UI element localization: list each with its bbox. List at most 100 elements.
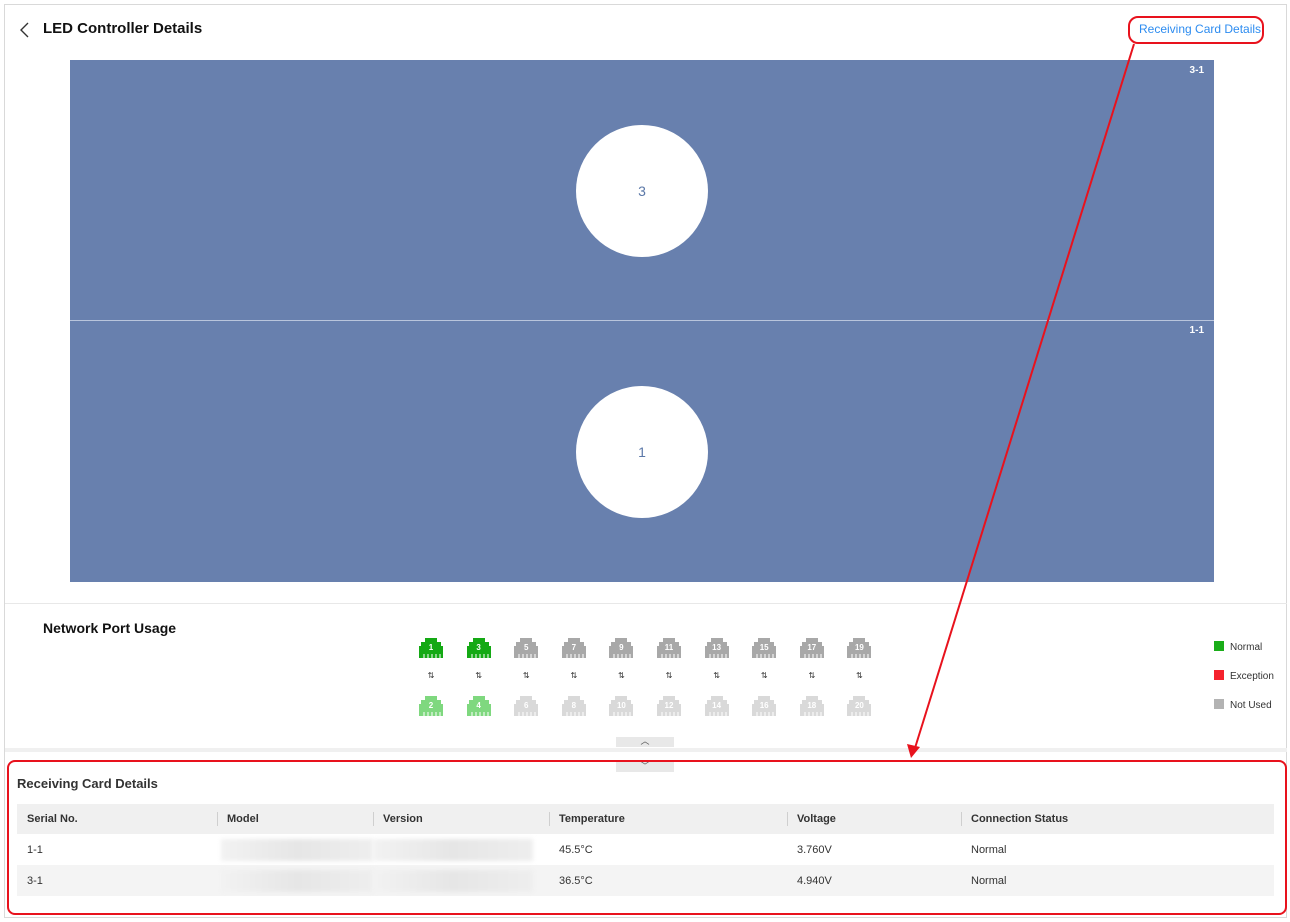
model-cell: [217, 834, 373, 865]
port-link-icon: ⇅: [570, 671, 578, 680]
redacted-value: [373, 869, 533, 892]
model-cell: [217, 865, 373, 896]
status-cell: Normal: [961, 865, 1274, 896]
column-header[interactable]: Connection Status: [961, 804, 1274, 834]
network-port-3[interactable]: 3: [466, 637, 492, 659]
port-number: 2: [428, 701, 434, 710]
port-number: 16: [759, 701, 769, 710]
port-number: 3: [476, 643, 481, 652]
column-header[interactable]: Version: [373, 804, 549, 834]
serial-cell: 3-1: [17, 865, 217, 896]
receiving-card-details-section: Receiving Card Details Serial No. Model …: [5, 748, 1287, 918]
port-number: 15: [759, 643, 769, 652]
back-button[interactable]: [16, 20, 34, 40]
network-port-4[interactable]: 4: [466, 695, 492, 717]
panel-divider: [70, 320, 1214, 321]
port-link-icon: ⇅: [522, 671, 530, 680]
page-header: LED Controller Details Receiving Card De…: [0, 0, 1290, 58]
port-link-icon: ⇅: [618, 671, 625, 680]
panel-id-label: 1-1: [1189, 325, 1204, 336]
column-header[interactable]: Model: [217, 804, 373, 834]
panel-number-circle[interactable]: 3: [576, 125, 708, 257]
legend-label: Not Used: [1230, 700, 1272, 711]
network-port-16[interactable]: 16: [751, 695, 777, 717]
port-link-icon: ⇅: [760, 671, 768, 680]
legend-swatch: [1214, 641, 1224, 651]
receiving-card-details-link[interactable]: Receiving Card Details: [1139, 22, 1261, 36]
network-port-12[interactable]: 12: [656, 695, 682, 717]
legend-normal: Normal: [1214, 641, 1262, 653]
redacted-value: [373, 838, 533, 861]
redacted-value: [221, 838, 373, 861]
port-number: 19: [854, 643, 864, 652]
panel-number-circle[interactable]: 1: [576, 386, 708, 518]
port-number: 7: [571, 643, 577, 652]
receiving-card-table: Serial No. Model Version Temperature Vol…: [17, 804, 1274, 896]
table-header-row: Serial No. Model Version Temperature Vol…: [17, 804, 1274, 834]
collapse-button[interactable]: ︿: [616, 737, 674, 747]
legend-label: Exception: [1230, 671, 1274, 682]
port-number: 18: [807, 701, 817, 710]
port-number: 5: [523, 643, 529, 652]
table-row[interactable]: 3-1 36.5°C 4.940V Normal: [17, 865, 1274, 896]
column-header[interactable]: Serial No.: [17, 804, 217, 834]
page-title: LED Controller Details: [43, 20, 203, 37]
port-link-icon: ⇅: [856, 671, 863, 680]
network-port-14[interactable]: 14: [704, 695, 730, 717]
network-port-6[interactable]: 6: [513, 695, 539, 717]
port-number: 11: [664, 643, 674, 652]
network-port-8[interactable]: 8: [561, 695, 587, 717]
network-port-13[interactable]: 13: [704, 637, 730, 659]
port-number: 10: [616, 701, 626, 710]
version-cell: [373, 865, 549, 896]
network-port-9[interactable]: 9: [608, 637, 634, 659]
temperature-cell: 45.5°C: [559, 843, 593, 856]
port-number: 8: [571, 701, 577, 710]
section-title: Receiving Card Details: [17, 776, 158, 791]
redacted-value: [221, 869, 373, 892]
section-title: Network Port Usage: [43, 620, 177, 636]
network-port-1[interactable]: 1: [418, 637, 444, 659]
version-cell: [373, 834, 549, 865]
voltage-cell: 3.760V: [797, 843, 832, 856]
network-port-10[interactable]: 10: [608, 695, 634, 717]
legend-exception: Exception: [1214, 670, 1274, 682]
port-number: 9: [619, 643, 624, 652]
chevron-left-icon: [20, 22, 29, 38]
network-port-18[interactable]: 18: [799, 695, 825, 717]
port-number: 12: [664, 701, 674, 710]
port-link-icon: ⇅: [475, 671, 482, 680]
network-port-20[interactable]: 20: [846, 695, 872, 717]
serial-cell: 1-1: [27, 843, 43, 856]
network-port-usage-section: Network Port Usage: [5, 603, 1287, 746]
port-number: 1: [428, 643, 434, 652]
port-number: 6: [523, 701, 529, 710]
port-link-icon: ⇅: [427, 671, 435, 680]
temperature-cell: 36.5°C: [549, 865, 787, 896]
network-port-17[interactable]: 17: [799, 637, 825, 659]
network-port-15[interactable]: 15: [751, 637, 777, 659]
column-header[interactable]: Temperature: [549, 804, 787, 834]
port-link-icon: ⇅: [713, 671, 720, 680]
port-number: 17: [807, 643, 817, 652]
voltage-cell: 4.940V: [787, 865, 961, 896]
port-number: 20: [854, 701, 864, 710]
port-number: 13: [712, 643, 722, 652]
port-number: 4: [476, 701, 481, 710]
legend-swatch: [1214, 670, 1224, 680]
column-header[interactable]: Voltage: [787, 804, 961, 834]
port-link-icon: ⇅: [665, 671, 673, 680]
table-row[interactable]: 1-1 45.5°C 3.760V Normal: [17, 834, 1274, 865]
network-port-5[interactable]: 5: [513, 637, 539, 659]
network-port-7[interactable]: 7: [561, 637, 587, 659]
legend-not-used: Not Used: [1214, 699, 1272, 711]
network-port-19[interactable]: 19: [846, 637, 872, 659]
port-number: 14: [712, 701, 722, 710]
led-screen-canvas: 3-1 3 1-1 1: [70, 60, 1214, 582]
network-port-11[interactable]: 11: [656, 637, 682, 659]
status-cell: Normal: [971, 843, 1007, 856]
network-port-2[interactable]: 2: [418, 695, 444, 717]
panel-id-label: 3-1: [1189, 65, 1204, 76]
legend-swatch: [1214, 699, 1224, 709]
legend-label: Normal: [1230, 642, 1263, 653]
